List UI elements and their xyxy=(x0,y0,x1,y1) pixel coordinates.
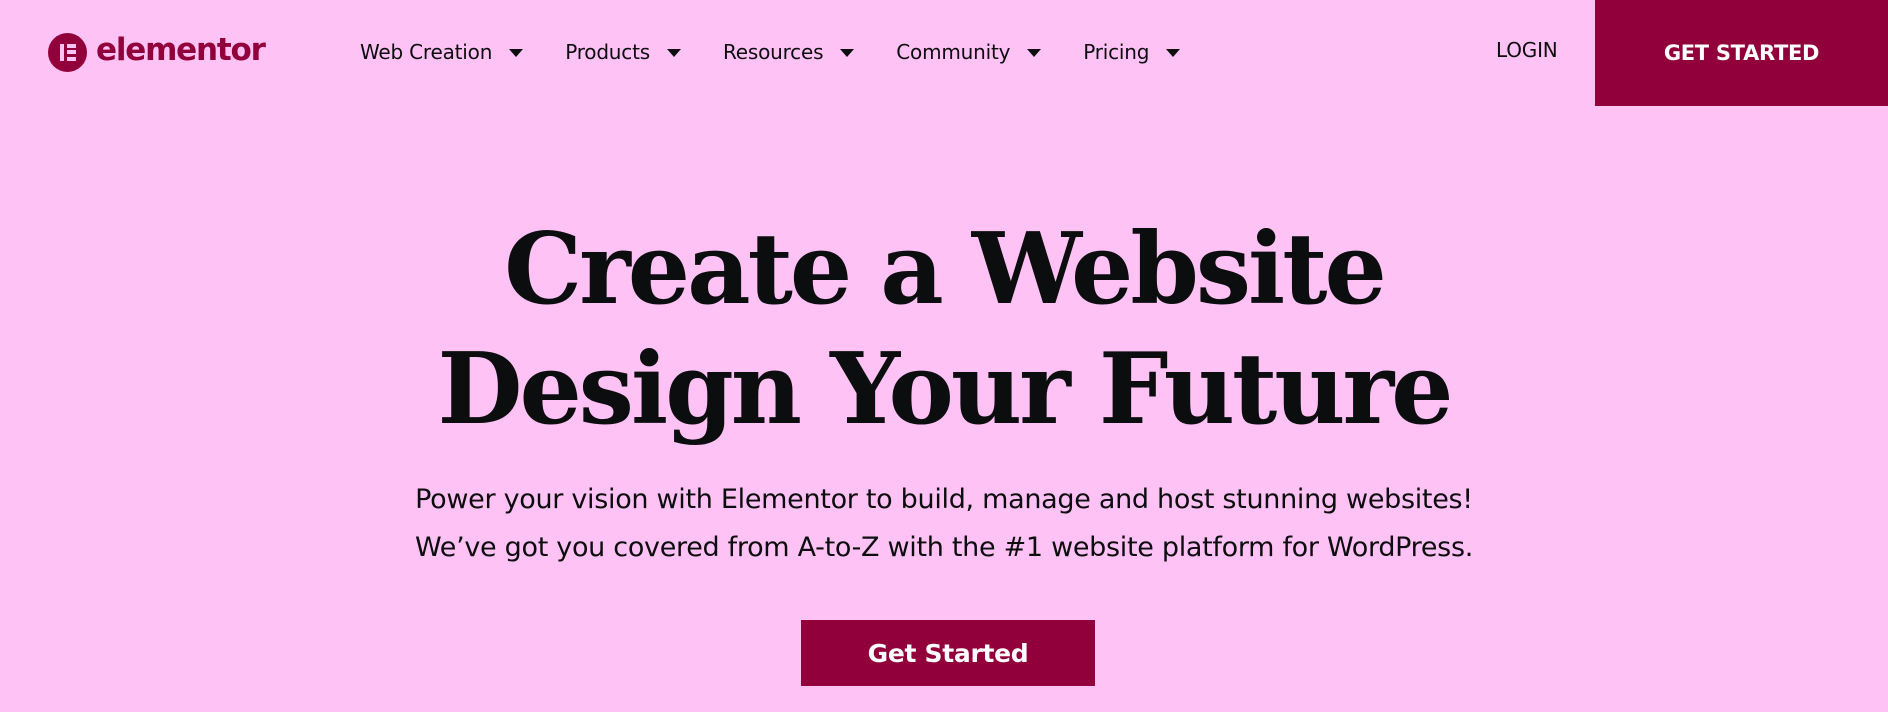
hero-section: Create a Website Design Your Future xyxy=(0,210,1888,450)
main-nav: Web Creation Products Resources Communit… xyxy=(360,34,1181,70)
nav-item-label: Web Creation xyxy=(360,40,493,64)
elementor-logo[interactable]: elementor xyxy=(48,31,266,73)
nav-item-label: Resources xyxy=(722,40,824,64)
nav-item-resources[interactable]: Resources xyxy=(722,40,855,64)
nav-item-community[interactable]: Community xyxy=(896,40,1042,64)
get-started-header-button[interactable]: GET STARTED xyxy=(1595,0,1888,106)
elementor-logo-icon xyxy=(48,32,87,72)
hero-subtitle: Power your vision with Elementor to buil… xyxy=(0,476,1888,572)
brand-name: elementor xyxy=(96,32,266,68)
site-header: elementor Web Creation Products Resource… xyxy=(0,0,1888,106)
nav-item-label: Community xyxy=(896,40,1011,64)
caret-down-icon xyxy=(840,49,855,57)
caret-down-icon xyxy=(509,49,524,57)
nav-item-web-creation[interactable]: Web Creation xyxy=(360,40,524,64)
hero-title-line-2: Design Your Future xyxy=(437,332,1453,447)
nav-item-pricing[interactable]: Pricing xyxy=(1083,40,1181,64)
caret-down-icon xyxy=(666,49,681,57)
hero-title: Create a Website Design Your Future xyxy=(0,210,1888,450)
login-link[interactable]: LOGIN xyxy=(1496,38,1558,62)
caret-down-icon xyxy=(1027,49,1042,57)
nav-item-label: Pricing xyxy=(1083,40,1150,64)
nav-item-label: Products xyxy=(565,40,650,64)
nav-item-products[interactable]: Products xyxy=(565,40,681,64)
hero-title-line-1: Create a Website xyxy=(504,212,1387,327)
caret-down-icon xyxy=(1166,49,1181,57)
hero-subtitle-line-2: We’ve got you covered from A-to-Z with t… xyxy=(414,532,1474,563)
get-started-hero-button[interactable]: Get Started xyxy=(801,620,1095,686)
hero-subtitle-line-1: Power your vision with Elementor to buil… xyxy=(415,484,1473,515)
